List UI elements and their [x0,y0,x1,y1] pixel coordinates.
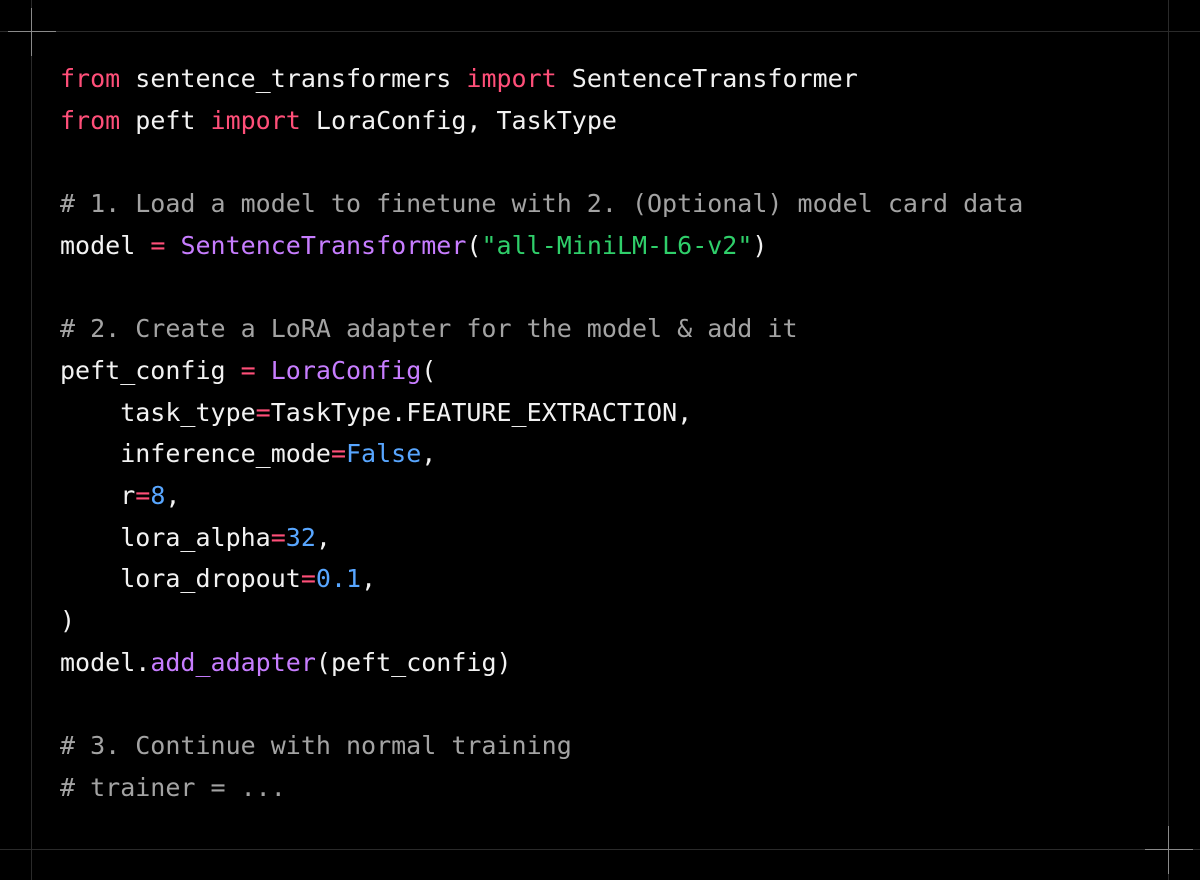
operator-token: = [270,522,286,552]
code-line: lora_alpha=32, [60,517,1023,559]
code-text: lora_alpha [60,522,271,552]
code-line: model = SentenceTransformer("all-MiniLM-… [60,225,1023,267]
code-line: ) [60,600,1023,642]
code-text: ( [466,230,482,260]
comment-token: # 1. Load a model to finetune with 2. (O… [60,189,1024,219]
code-line: from sentence_transformers import Senten… [60,58,1023,100]
code-text: peft_config [60,355,241,385]
frame-top-rule [0,31,1200,32]
frame-left-rule [31,0,32,880]
number-token: 8 [150,480,166,510]
function-token: SentenceTransformer [180,230,467,260]
code-text: , [315,522,331,552]
operator-token: = [255,397,271,427]
keyword-token: import [210,105,301,135]
operator-token: = [150,230,166,260]
code-block: from sentence_transformers import Senten… [60,58,1023,808]
code-line: task_type=TaskType.FEATURE_EXTRACTION, [60,392,1023,434]
code-text: , [421,439,437,469]
function-token: LoraConfig [270,355,422,385]
frame-bottom-rule [0,849,1200,850]
number-token: 0.1 [315,564,362,594]
code-text: sentence_transformers [120,64,467,93]
code-line: from peft import LoraConfig, TaskType [60,100,1023,142]
code-line: model.add_adapter(peft_config) [60,642,1023,684]
corner-crosshair-bottom-right-icon [1145,826,1193,874]
code-text: , [361,564,377,594]
code-line: inference_mode=False, [60,433,1023,475]
code-text: model. [60,647,151,677]
function-token: add_adapter [150,647,316,677]
code-line: r=8, [60,475,1023,517]
number-token: False [346,439,422,469]
code-text: ( [421,355,437,385]
comment-token: # 3. Continue with normal training [60,731,572,760]
code-line: lora_dropout=0.1, [60,558,1023,600]
code-text: SentenceTransformer [556,64,858,93]
code-text: (peft_config) [315,647,512,677]
string-token: "all-MiniLM-L6-v2" [481,230,753,260]
code-text: inference_mode [60,439,331,469]
keyword-token: from [60,105,121,135]
operator-token: = [135,480,151,510]
code-text: LoraConfig, TaskType [300,105,617,135]
code-text: peft [120,105,211,135]
comment-token: # 2. Create a LoRA adapter for the model… [60,314,798,344]
code-line: # trainer = ... [60,767,1023,809]
code-text: , [165,480,181,510]
operator-token: = [300,564,316,594]
operator-token: = [240,355,256,385]
keyword-token: from [60,64,121,93]
code-text: task_type [60,397,256,427]
operator-token: = [330,439,346,469]
code-line: # 2. Create a LoRA adapter for the model… [60,308,1023,350]
code-text: ) [60,605,76,635]
corner-crosshair-top-left-icon [8,8,56,56]
code-line: # 3. Continue with normal training [60,725,1023,767]
number-token: 32 [285,522,316,552]
code-text: lora_dropout [60,564,301,594]
code-text: ) [752,230,768,260]
code-text: model [60,230,151,260]
code-line: peft_config = LoraConfig( [60,350,1023,392]
comment-token: # trainer = ... [60,772,286,802]
frame-right-rule [1168,0,1169,880]
code-text: TaskType.FEATURE_EXTRACTION, [270,397,693,427]
code-text: r [60,480,136,510]
code-line: # 1. Load a model to finetune with 2. (O… [60,183,1023,225]
keyword-token: import [466,64,557,93]
